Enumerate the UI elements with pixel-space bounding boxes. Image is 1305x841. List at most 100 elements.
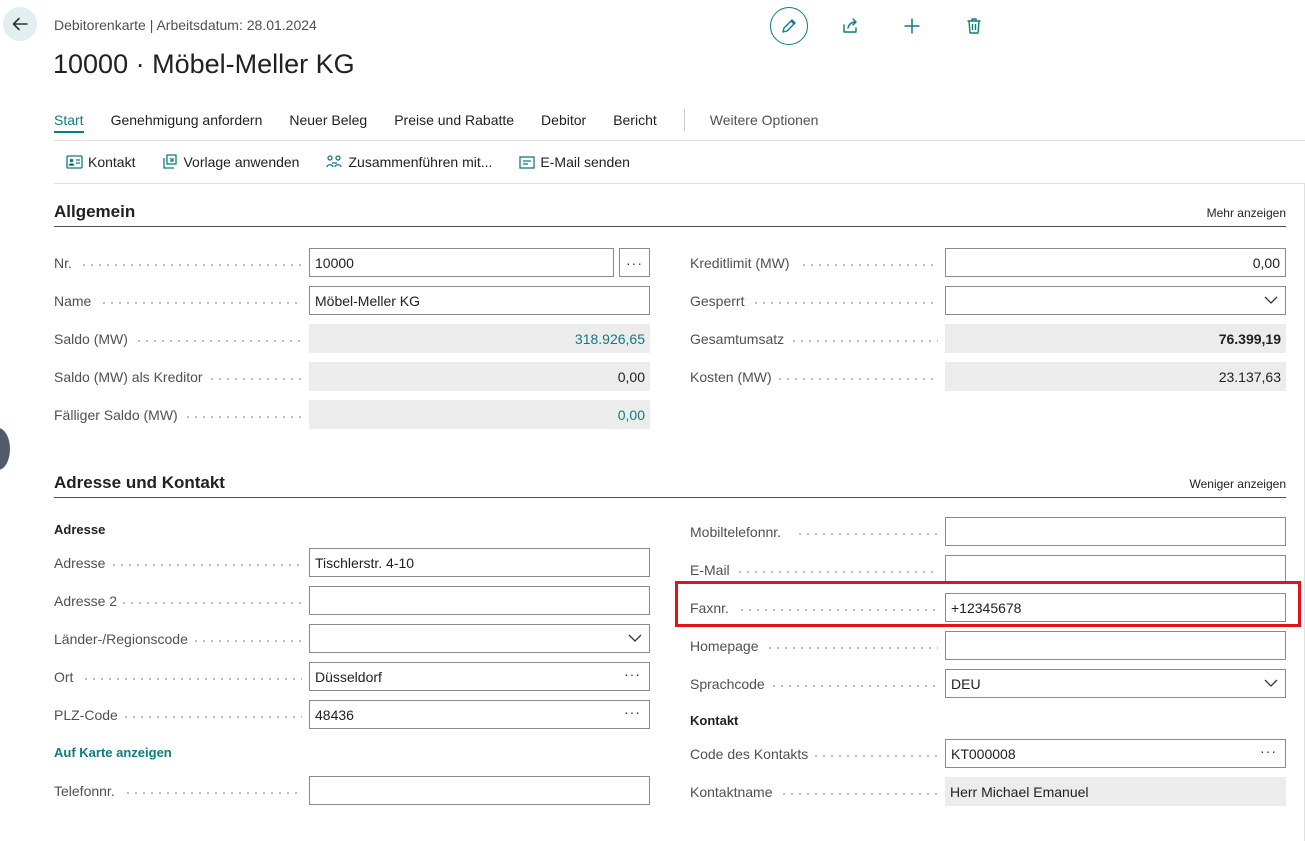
contact-card-icon — [66, 155, 83, 169]
action-apply-template-label: Vorlage anwenden — [183, 154, 300, 170]
postcode-lookup-button[interactable]: ··· — [624, 704, 641, 720]
menu-bar: Start Genehmigung anfordern Neuer Beleg … — [54, 109, 845, 133]
contact-code-lookup-button[interactable]: ··· — [1260, 743, 1277, 759]
section-address-header: Adresse und Kontakt Weniger anzeigen — [54, 468, 1286, 498]
action-bar: Kontakt Vorlage anwenden Zusammenführen … — [66, 151, 657, 173]
action-merge[interactable]: Zusammenführen mit... — [326, 154, 492, 170]
dot-leader — [780, 793, 938, 795]
field-balance-value[interactable]: 318.926,65 — [309, 324, 650, 353]
dot-leader — [800, 264, 938, 266]
field-postcode-input[interactable]: 48436 ··· — [309, 700, 650, 729]
field-homepage-input[interactable] — [945, 631, 1286, 660]
field-name-input[interactable]: Möbel-Meller KG — [309, 286, 650, 315]
merge-icon — [326, 154, 343, 170]
field-contact-code-input[interactable]: KT000008 ··· — [945, 739, 1286, 768]
section-address-title: Adresse und Kontakt — [54, 473, 225, 492]
field-total-sales-label: Gesamtumsatz — [690, 331, 940, 347]
field-address2-input[interactable] — [309, 586, 650, 615]
share-button[interactable] — [830, 7, 870, 45]
email-icon — [519, 155, 536, 169]
field-homepage-label: Homepage — [690, 638, 940, 654]
field-credit-limit-input[interactable]: 0,00 — [945, 248, 1286, 277]
field-no-input[interactable]: 10000 — [309, 248, 614, 277]
dot-leader — [135, 340, 302, 342]
field-mobile-input[interactable] — [945, 517, 1286, 546]
delete-icon — [967, 18, 981, 34]
apply-template-icon — [162, 154, 178, 170]
menu-start[interactable]: Start — [54, 112, 84, 133]
dot-leader — [736, 571, 938, 573]
dot-leader — [120, 602, 302, 604]
dot-leader — [110, 564, 302, 566]
dot-leader — [776, 378, 938, 380]
section-general-title: Allgemein — [54, 202, 136, 221]
edit-icon — [782, 19, 796, 33]
field-mobile-label: Mobiltelefonnr. — [690, 524, 940, 540]
field-contact-code-label: Code des Kontakts — [690, 746, 940, 762]
show-less-link[interactable]: Weniger anzeigen — [1189, 477, 1286, 491]
field-language-label: Sprachcode — [690, 676, 940, 692]
field-due-balance-value[interactable]: 0,00 — [309, 400, 650, 429]
dot-leader — [796, 533, 938, 535]
field-country-select[interactable] — [309, 624, 650, 653]
section-general-header: Allgemein Mehr anzeigen — [54, 197, 1286, 227]
contact-subheading: Kontakt — [690, 713, 739, 728]
field-address-input[interactable]: Tischlerstr. 4-10 — [309, 548, 650, 577]
action-send-email[interactable]: E-Mail senden — [519, 154, 630, 170]
menu-request-approval[interactable]: Genehmigung anfordern — [111, 112, 263, 128]
field-no-lookup-button[interactable]: ··· — [619, 248, 650, 277]
top-actions — [770, 6, 994, 46]
field-postcode-label: PLZ-Code — [54, 707, 304, 723]
dot-leader — [770, 685, 938, 687]
share-icon — [843, 18, 857, 33]
action-send-email-label: E-Mail senden — [540, 154, 630, 170]
action-contact[interactable]: Kontakt — [66, 154, 135, 170]
menu-customer[interactable]: Debitor — [541, 112, 586, 128]
dot-leader — [82, 678, 302, 680]
field-costs-value: 23.137,63 — [945, 362, 1286, 391]
arrow-left-icon — [12, 17, 28, 31]
field-language-select[interactable]: DEU — [945, 669, 1286, 698]
field-blocked-label: Gesperrt — [690, 293, 940, 309]
field-phone-label: Telefonnr. — [54, 783, 304, 799]
field-email-input[interactable] — [945, 555, 1286, 584]
menu-more-options[interactable]: Weitere Optionen — [710, 112, 819, 128]
field-balance-vendor-value: 0,00 — [309, 362, 650, 391]
menu-new-document[interactable]: Neuer Beleg — [289, 112, 367, 128]
dot-leader — [122, 716, 302, 718]
dot-leader — [192, 640, 302, 642]
field-country-label: Länder-/Regionscode — [54, 631, 304, 647]
action-apply-template[interactable]: Vorlage anwenden — [162, 154, 299, 170]
dot-leader — [730, 609, 938, 611]
field-language-value: DEU — [951, 675, 981, 692]
field-postcode-value: 48436 — [315, 706, 354, 723]
plus-icon — [904, 18, 920, 34]
show-more-link[interactable]: Mehr anzeigen — [1207, 206, 1286, 220]
side-handle[interactable] — [0, 428, 10, 470]
new-button[interactable] — [892, 7, 932, 45]
field-address-label: Adresse — [54, 555, 304, 571]
action-contact-label: Kontakt — [88, 154, 136, 170]
field-fax-label: Faxnr. — [690, 600, 940, 616]
menu-report[interactable]: Bericht — [613, 112, 657, 128]
field-total-sales-value: 76.399,19 — [945, 324, 1286, 353]
field-address2-label: Adresse 2 — [54, 593, 304, 609]
back-button[interactable] — [3, 7, 37, 41]
chevron-down-icon — [1264, 296, 1278, 304]
delete-button[interactable] — [954, 7, 994, 45]
action-merge-label: Zusammenführen mit... — [348, 154, 493, 170]
dot-leader — [812, 755, 938, 757]
dot-leader — [766, 647, 938, 649]
field-contact-code-value: KT000008 — [951, 745, 1016, 762]
show-on-map-link[interactable]: Auf Karte anzeigen — [54, 745, 172, 760]
field-credit-limit-label: Kreditlimit (MW) — [690, 255, 940, 271]
field-costs-label: Kosten (MW) — [690, 369, 940, 385]
field-phone-input[interactable] — [309, 776, 650, 805]
field-fax-input[interactable]: +12345678 — [945, 593, 1286, 622]
dot-leader — [208, 378, 302, 380]
field-blocked-select[interactable] — [945, 286, 1286, 315]
edit-button[interactable] — [770, 7, 808, 45]
city-lookup-button[interactable]: ··· — [624, 666, 641, 682]
field-city-input[interactable]: Düsseldorf ··· — [309, 662, 650, 691]
menu-prices-discounts[interactable]: Preise und Rabatte — [394, 112, 514, 128]
